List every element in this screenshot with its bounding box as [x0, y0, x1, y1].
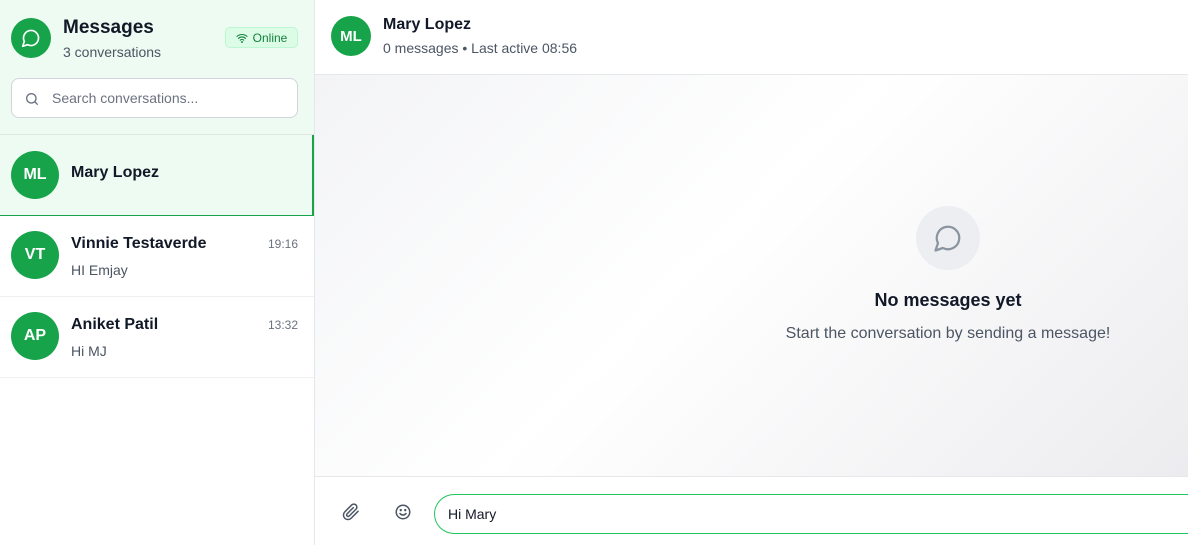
message-input[interactable] [434, 494, 1188, 534]
wifi-icon [236, 33, 248, 43]
chat-meta: 0 messages • Last active 08:56 [383, 40, 578, 56]
conversation-name: Mary Lopez [71, 164, 160, 181]
empty-state-title: No messages yet [874, 290, 1022, 310]
empty-state-subtitle: Start the conversation by sending a mess… [785, 325, 1111, 342]
chat-avatar: ML [331, 16, 371, 56]
conversation-item-mary-lopez[interactable]: ML Mary Lopez [0, 135, 314, 216]
sidebar: Messages 3 conversations Online ML Mary … [0, 0, 315, 545]
avatar: VT [11, 231, 59, 279]
conversation-count: 3 conversations [63, 44, 162, 60]
conversation-time: 13:32 [267, 318, 298, 332]
conversation-time: 19:16 [267, 237, 298, 251]
message-composer [315, 476, 1188, 545]
online-status-badge: Online [225, 27, 298, 48]
messages-logo-icon [11, 18, 51, 58]
conversation-item-aniket-patil[interactable]: AP Aniket Patil 13:32 Hi MJ [0, 297, 314, 378]
smiley-icon[interactable] [392, 501, 414, 523]
conversation-preview: HI Emjay [71, 262, 128, 278]
paperclip-icon[interactable] [340, 501, 362, 523]
chat-bubble-icon [916, 206, 980, 270]
app-title: Messages [63, 17, 154, 38]
search-box[interactable] [11, 78, 298, 118]
avatar: ML [11, 151, 59, 199]
messages-area: No messages yet Start the conversation b… [315, 75, 1188, 476]
search-input[interactable] [52, 79, 292, 117]
conversation-item-vinnie-testaverde[interactable]: VT Vinnie Testaverde 19:16 HI Emjay [0, 216, 314, 297]
conversation-preview: Hi MJ [71, 343, 107, 359]
chat-contact-name: Mary Lopez [383, 16, 472, 33]
chat-header: ML Mary Lopez 0 messages • Last active 0… [315, 0, 1188, 75]
conversation-name: Aniket Patil [71, 316, 159, 333]
search-icon [26, 93, 38, 105]
sidebar-header: Messages 3 conversations Online [0, 0, 314, 135]
online-status-label: Online [252, 30, 288, 45]
avatar: AP [11, 312, 59, 360]
chat-panel: ML Mary Lopez 0 messages • Last active 0… [315, 0, 1188, 545]
conversation-name: Vinnie Testaverde [71, 235, 207, 252]
